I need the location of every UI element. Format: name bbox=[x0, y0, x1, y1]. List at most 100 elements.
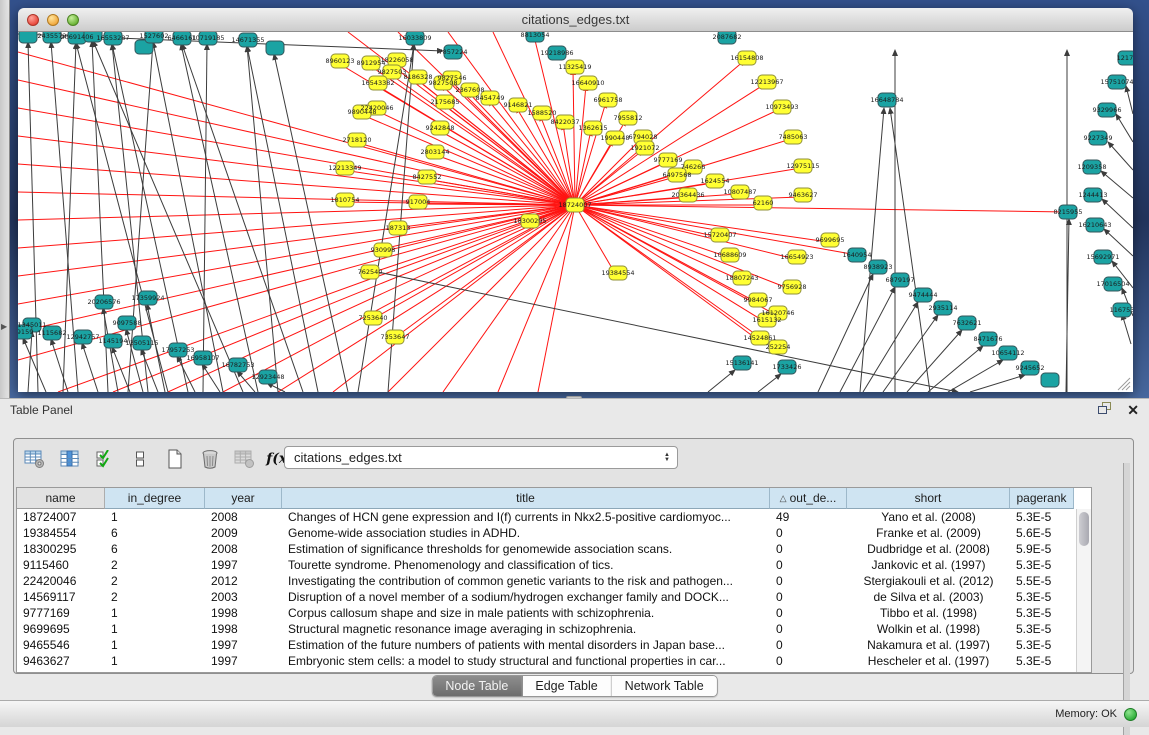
column-header-pagerank[interactable]: pagerank bbox=[1010, 488, 1074, 509]
table-row[interactable]: 1938455462009Genome-wide association stu… bbox=[17, 525, 1091, 541]
table-cell[interactable]: Tourette syndrome. Phenomenology and cla… bbox=[282, 558, 770, 572]
table-cell[interactable]: 49 bbox=[770, 510, 847, 524]
table-cell[interactable]: Jankovic et al. (1997) bbox=[847, 558, 1010, 572]
table-cell[interactable]: 0 bbox=[770, 622, 847, 636]
table-cell[interactable]: Wolkin et al. (1998) bbox=[847, 622, 1010, 636]
table-cell[interactable]: 5.3E-5 bbox=[1010, 638, 1074, 652]
table-row[interactable]: 946554611997Estimation of the future num… bbox=[17, 637, 1091, 653]
table-row[interactable]: 911546021997Tourette syndrome. Phenomeno… bbox=[17, 557, 1091, 573]
table-row[interactable]: 1830029562008Estimation of significance … bbox=[17, 541, 1091, 557]
table-settings-button[interactable] bbox=[24, 449, 46, 469]
table-cell[interactable]: 18724007 bbox=[17, 510, 105, 524]
table-cell[interactable]: 14569117 bbox=[17, 590, 105, 604]
table-cell[interactable]: 9777169 bbox=[17, 606, 105, 620]
table-cell[interactable]: 9465546 bbox=[17, 638, 105, 652]
table-cell[interactable]: 0 bbox=[770, 606, 847, 620]
table-row[interactable]: 1456911722003Disruption of a novel membe… bbox=[17, 589, 1091, 605]
table-cell[interactable]: 0 bbox=[770, 654, 847, 668]
network-canvas[interactable]: 1872400789601238912954182260589827503165… bbox=[18, 32, 1133, 392]
table-cell[interactable]: 5.5E-5 bbox=[1010, 574, 1074, 588]
table-cell[interactable]: 9699695 bbox=[17, 622, 105, 636]
table-cell[interactable]: 1998 bbox=[205, 606, 282, 620]
table-cell[interactable]: 1997 bbox=[205, 654, 282, 668]
table-scrollbar-thumb[interactable] bbox=[1079, 512, 1089, 546]
table-cell[interactable]: 1 bbox=[105, 606, 205, 620]
table-cell[interactable]: Franke et al. (2009) bbox=[847, 526, 1010, 540]
table-cell[interactable]: 5.3E-5 bbox=[1010, 558, 1074, 572]
table-cell[interactable]: 5.3E-5 bbox=[1010, 622, 1074, 636]
table-cell[interactable]: Changes of HCN gene expression and I(f) … bbox=[282, 510, 770, 524]
table-cell[interactable]: 5.6E-5 bbox=[1010, 526, 1074, 540]
table-cell[interactable]: 6 bbox=[105, 526, 205, 540]
table-cell[interactable]: Dudbridge et al. (2008) bbox=[847, 542, 1010, 556]
table-cell[interactable]: 0 bbox=[770, 638, 847, 652]
table-source-select[interactable]: citations_edges.txt ▲▼ bbox=[284, 446, 678, 469]
table-cell[interactable]: Embryonic stem cells: a model to study s… bbox=[282, 654, 770, 668]
table-cell[interactable]: 1 bbox=[105, 510, 205, 524]
table-cell[interactable]: 1997 bbox=[205, 558, 282, 572]
table-cell[interactable]: Estimation of significance thresholds fo… bbox=[282, 542, 770, 556]
table-cell[interactable]: 2009 bbox=[205, 526, 282, 540]
table-cell[interactable]: Hescheler et al. (1997) bbox=[847, 654, 1010, 668]
table-cell[interactable]: 5.3E-5 bbox=[1010, 510, 1074, 524]
table-cell[interactable]: Stergiakouli et al. (2012) bbox=[847, 574, 1010, 588]
table-cell[interactable]: 9115460 bbox=[17, 558, 105, 572]
table-cell[interactable]: 1997 bbox=[205, 638, 282, 652]
table-cell[interactable]: de Silva et al. (2003) bbox=[847, 590, 1010, 604]
new-table-button[interactable] bbox=[164, 449, 186, 469]
table-row[interactable]: 1872400712008Changes of HCN gene express… bbox=[17, 509, 1091, 525]
delete-table-button[interactable] bbox=[199, 449, 221, 469]
graph-node-teal[interactable] bbox=[19, 32, 37, 43]
table-cell[interactable]: Investigating the contribution of common… bbox=[282, 574, 770, 588]
table-cell[interactable]: 2012 bbox=[205, 574, 282, 588]
table-cell[interactable]: Structural magnetic resonance image aver… bbox=[282, 622, 770, 636]
graph-node-teal[interactable] bbox=[1041, 373, 1059, 387]
table-cell[interactable]: 5.3E-5 bbox=[1010, 606, 1074, 620]
graph-node-teal[interactable] bbox=[266, 41, 284, 55]
column-header-short[interactable]: short bbox=[847, 488, 1010, 509]
table-cell[interactable]: 2 bbox=[105, 574, 205, 588]
table-cell[interactable]: 1 bbox=[105, 638, 205, 652]
column-header-title[interactable]: title bbox=[282, 488, 770, 509]
table-cell[interactable]: 0 bbox=[770, 590, 847, 604]
table-cell[interactable]: Genome-wide association studies in ADHD. bbox=[282, 526, 770, 540]
table-row[interactable]: 946362711997Embryonic stem cells: a mode… bbox=[17, 653, 1091, 669]
row-height-button[interactable] bbox=[129, 449, 151, 469]
tab-network-table[interactable]: Network Table bbox=[612, 676, 717, 696]
show-column-button[interactable] bbox=[59, 449, 81, 469]
table-cell[interactable]: 5.9E-5 bbox=[1010, 542, 1074, 556]
table-cell[interactable]: 9463627 bbox=[17, 654, 105, 668]
expand-panel-arrow-icon[interactable]: ▶ bbox=[1, 322, 7, 331]
tab-edge-table[interactable]: Edge Table bbox=[522, 676, 611, 696]
minimize-window-button[interactable] bbox=[47, 14, 59, 26]
table-cell[interactable]: 2 bbox=[105, 558, 205, 572]
table-row[interactable]: 969969511998Structural magnetic resonanc… bbox=[17, 621, 1091, 637]
table-cell[interactable]: 6 bbox=[105, 542, 205, 556]
table-cell[interactable]: 18300295 bbox=[17, 542, 105, 556]
table-cell[interactable]: 1 bbox=[105, 622, 205, 636]
network-window-titlebar[interactable]: citations_edges.txt bbox=[18, 8, 1133, 32]
close-panel-icon[interactable]: ✕ bbox=[1127, 404, 1139, 416]
table-cell[interactable]: 2 bbox=[105, 590, 205, 604]
table-cell[interactable]: Estimation of the future numbers of pati… bbox=[282, 638, 770, 652]
table-cell[interactable]: 19384554 bbox=[17, 526, 105, 540]
select-columns-checklist-button[interactable] bbox=[94, 449, 116, 469]
table-cell[interactable]: 2008 bbox=[205, 510, 282, 524]
table-cell[interactable]: 1 bbox=[105, 654, 205, 668]
table-cell[interactable]: 2003 bbox=[205, 590, 282, 604]
table-row[interactable]: 2242004622012Investigating the contribut… bbox=[17, 573, 1091, 589]
float-panel-icon[interactable] bbox=[1098, 401, 1111, 419]
close-window-button[interactable] bbox=[27, 14, 39, 26]
table-cell[interactable]: 0 bbox=[770, 542, 847, 556]
table-cell[interactable]: Nakamura et al. (1997) bbox=[847, 638, 1010, 652]
table-scrollbar[interactable] bbox=[1076, 509, 1091, 672]
tab-node-table[interactable]: Node Table bbox=[432, 676, 522, 696]
table-cell[interactable]: Tibbo et al. (1998) bbox=[847, 606, 1010, 620]
table-cell[interactable]: 22420046 bbox=[17, 574, 105, 588]
table-row[interactable]: 977716911998Corpus callosum shape and si… bbox=[17, 605, 1091, 621]
table-cell[interactable]: 1998 bbox=[205, 622, 282, 636]
table-cell[interactable]: Yano et al. (2008) bbox=[847, 510, 1010, 524]
table-cell[interactable]: 0 bbox=[770, 574, 847, 588]
column-header-in_degree[interactable]: in_degree bbox=[105, 488, 205, 509]
table-cell[interactable]: Corpus callosum shape and size in male p… bbox=[282, 606, 770, 620]
